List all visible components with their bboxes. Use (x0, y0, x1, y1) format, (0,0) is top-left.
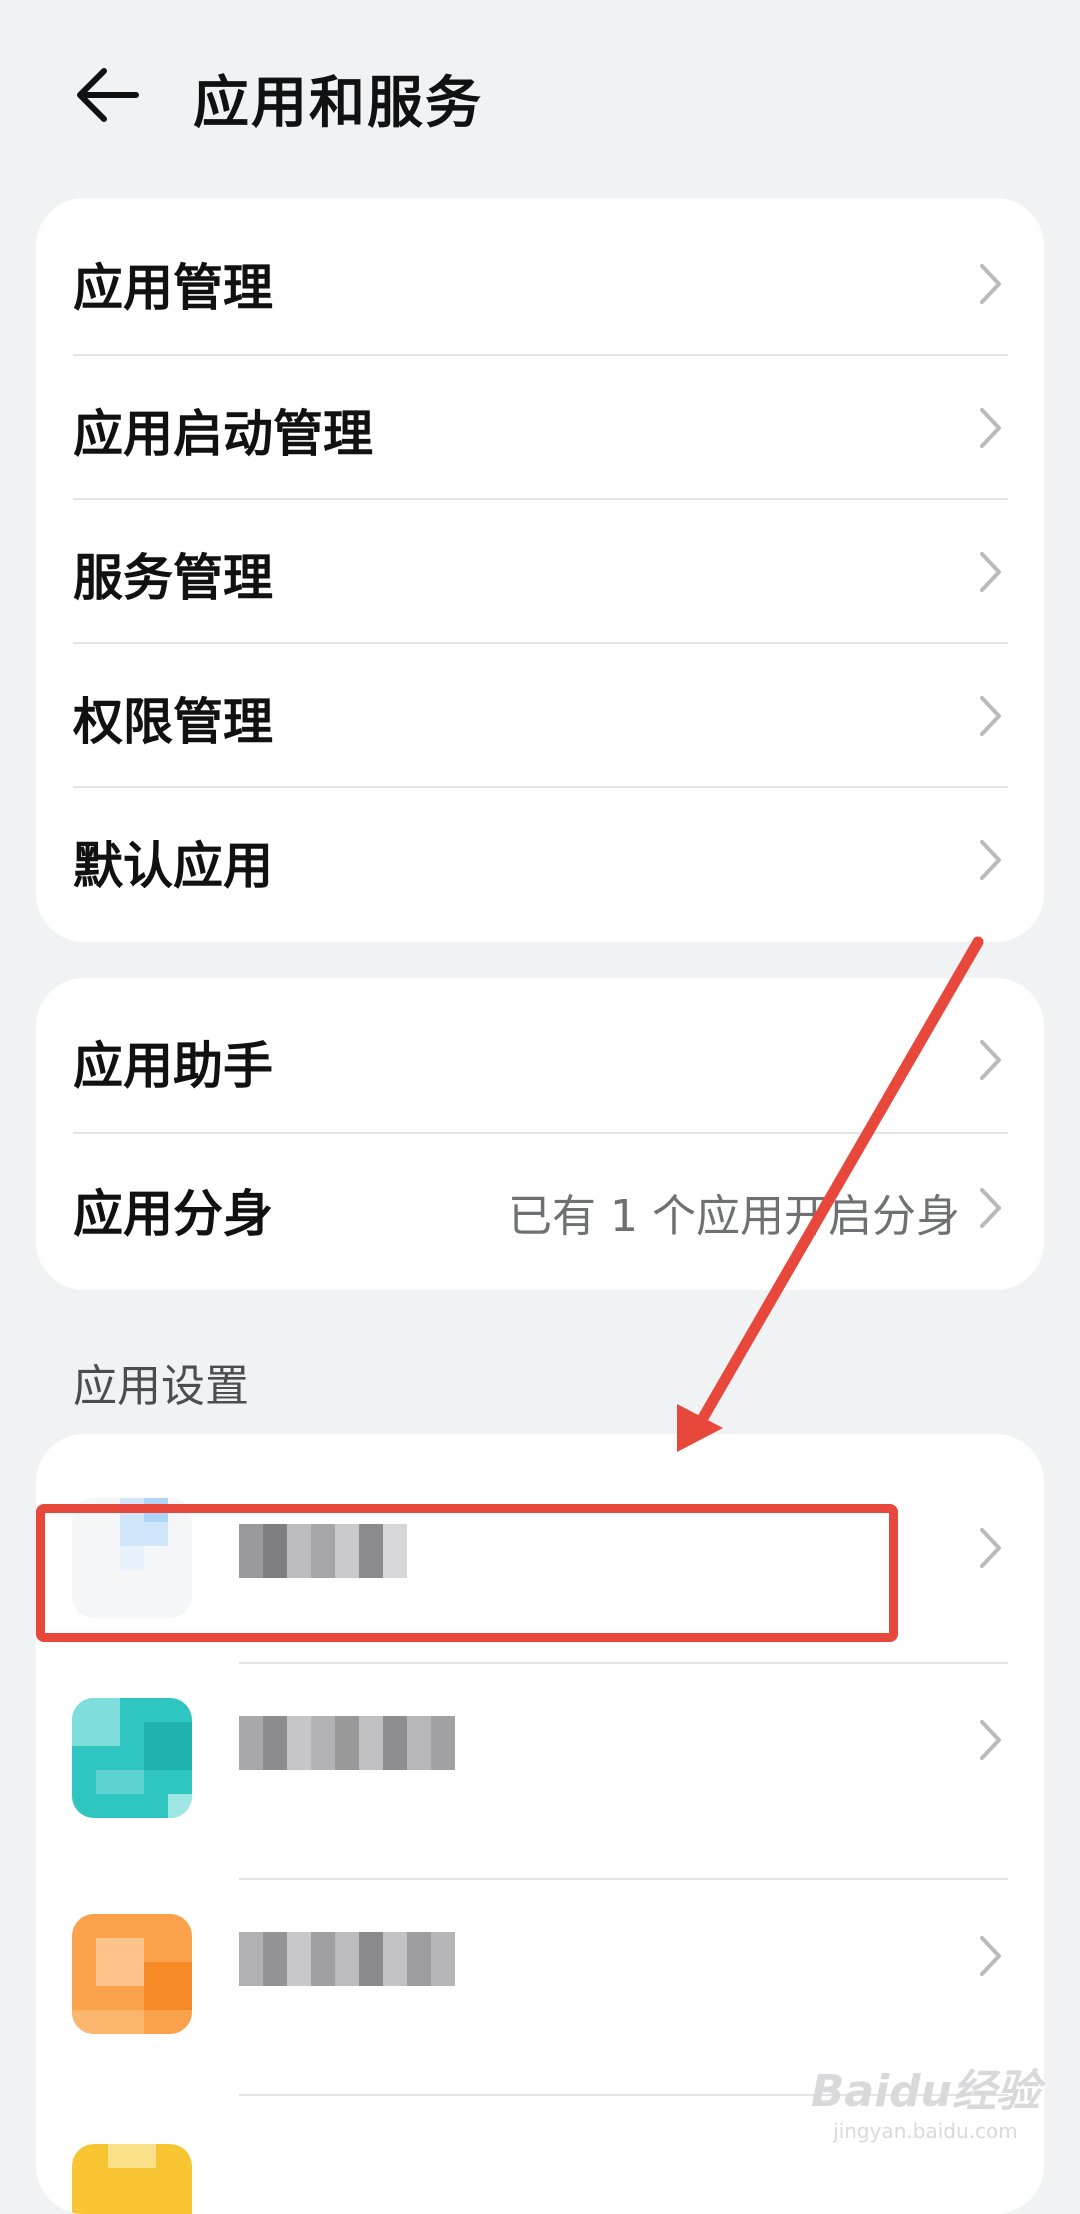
app-name-pixelated (239, 1716, 455, 1770)
list-item-app-launch[interactable]: 应用启动管理 (36, 356, 1044, 498)
chevron-right-icon (980, 1040, 1001, 1080)
list-item-label: 应用助手 (73, 1037, 273, 1095)
top-app-bar: 应用和服务 (0, 0, 1080, 190)
list-item-app-management[interactable]: 应用管理 (36, 198, 1044, 354)
arrow-left-icon[interactable] (70, 55, 150, 135)
watermark: Baidu经验 jingyan.baidu.com (811, 2055, 1040, 2143)
list-item-label: 应用分身 (73, 1185, 273, 1243)
list-item-label: 默认应用 (73, 837, 273, 895)
watermark-url: jingyan.baidu.com (833, 2119, 1018, 2143)
app-icon-pixelated (72, 1698, 192, 1818)
list-item-label: 服务管理 (73, 549, 273, 607)
watermark-logo-text: Baidu经验 (810, 2066, 1040, 2117)
chevron-right-icon (980, 696, 1001, 736)
settings-group-assistant: 应用助手 应用分身 已有 1 个应用开启分身 (36, 978, 1044, 1290)
list-item-label: 应用管理 (73, 259, 273, 317)
chevron-right-icon (980, 840, 1001, 880)
list-item-label: 权限管理 (73, 693, 273, 751)
page-title: 应用和服务 (193, 71, 483, 136)
chevron-right-icon (980, 408, 1001, 448)
chevron-right-icon (980, 1528, 1001, 1568)
list-item-default-apps[interactable]: 默认应用 (36, 788, 1044, 942)
app-name-pixelated (239, 1932, 455, 1986)
chevron-right-icon (980, 1720, 1001, 1760)
chevron-right-icon (980, 264, 1001, 304)
app-icon-pixelated (72, 2144, 192, 2214)
list-item-label: 应用启动管理 (73, 405, 373, 463)
list-item-permission-management[interactable]: 权限管理 (36, 644, 1044, 786)
list-item-service-management[interactable]: 服务管理 (36, 500, 1044, 642)
chevron-right-icon (980, 1188, 1001, 1228)
app-list-item[interactable] (36, 1664, 1044, 1878)
app-icon-pixelated (72, 1914, 192, 2034)
chevron-right-icon (980, 1936, 1001, 1976)
list-item-app-twin[interactable]: 应用分身 已有 1 个应用开启分身 (36, 1134, 1044, 1290)
chevron-right-icon (980, 552, 1001, 592)
settings-group-management: 应用管理 应用启动管理 服务管理 权限管理 默认应用 (36, 198, 1044, 942)
list-item-app-assistant[interactable]: 应用助手 (36, 978, 1044, 1132)
list-item-value: 已有 1 个应用开启分身 (508, 1191, 960, 1242)
section-header-app-settings: 应用设置 (73, 1361, 249, 1412)
highlight-box-annotation (36, 1504, 898, 1642)
